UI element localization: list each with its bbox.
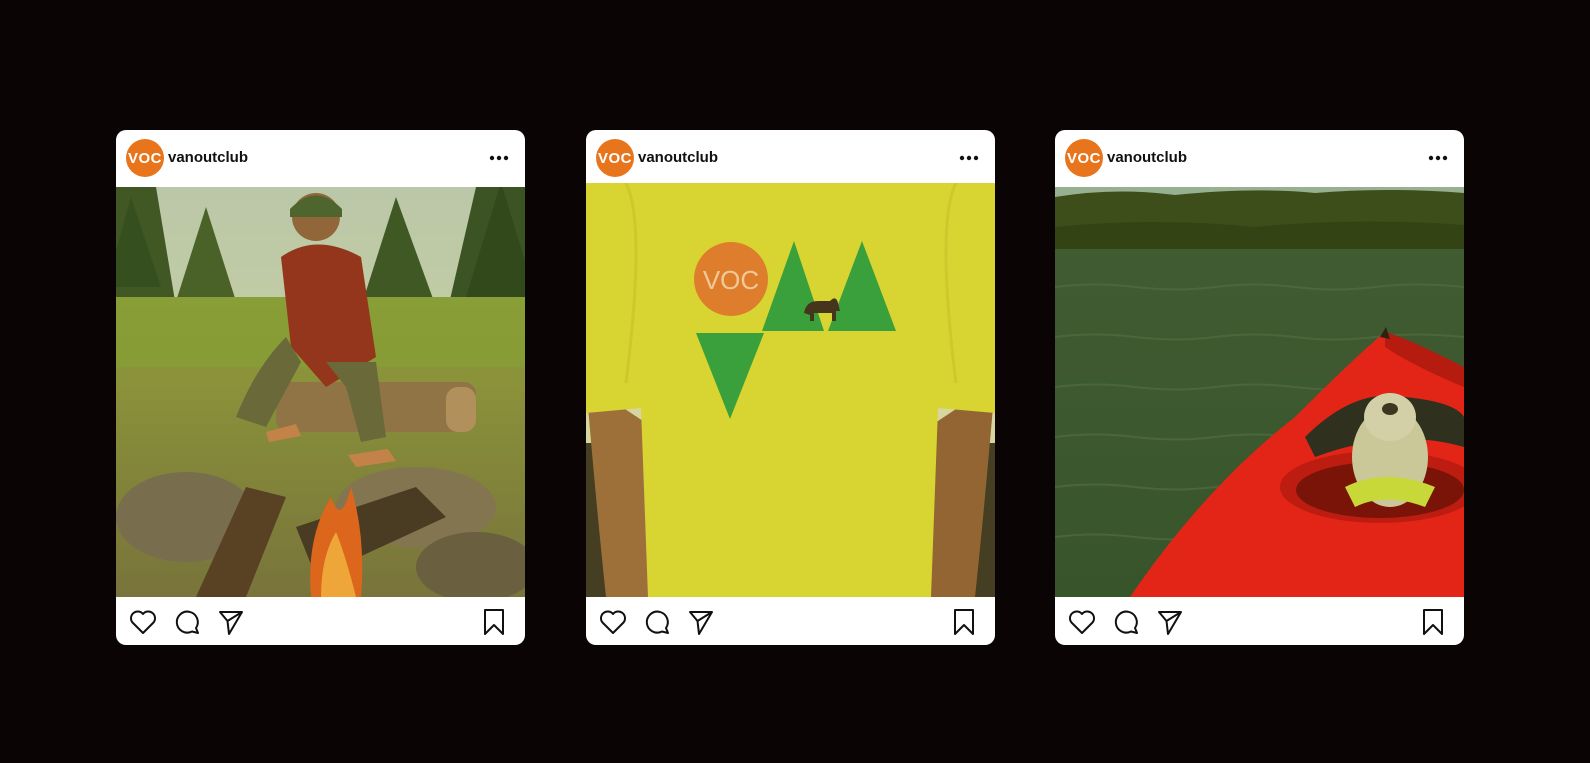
- dog-in-kayak-image: [1055, 187, 1464, 597]
- share-icon[interactable]: [686, 607, 716, 637]
- username[interactable]: vanoutclub: [638, 149, 718, 166]
- heart-icon[interactable]: [598, 607, 628, 637]
- woman-campfire-image: [116, 187, 525, 597]
- post-card: VOC vanoutclub: [116, 130, 525, 645]
- post-actions: [1055, 597, 1464, 645]
- post-actions: [586, 597, 995, 645]
- username[interactable]: vanoutclub: [1107, 149, 1187, 166]
- post-actions: [116, 597, 525, 645]
- comment-icon[interactable]: [642, 607, 672, 637]
- bookmark-icon[interactable]: [479, 607, 509, 637]
- avatar[interactable]: VOC: [1065, 139, 1103, 177]
- post-card: VOC vanoutclub VOC: [586, 130, 995, 645]
- post-header: VOC vanoutclub: [1055, 130, 1464, 187]
- username[interactable]: vanoutclub: [168, 149, 248, 166]
- heart-icon[interactable]: [128, 607, 158, 637]
- more-options-icon[interactable]: [1426, 148, 1450, 168]
- bookmark-icon[interactable]: [1418, 607, 1448, 637]
- more-options-icon[interactable]: [957, 148, 981, 168]
- share-icon[interactable]: [1155, 607, 1185, 637]
- post-image[interactable]: [116, 187, 525, 597]
- comment-icon[interactable]: [1111, 607, 1141, 637]
- comment-icon[interactable]: [172, 607, 202, 637]
- post-header: VOC vanoutclub: [586, 130, 995, 187]
- avatar[interactable]: VOC: [596, 139, 634, 177]
- post-image[interactable]: VOC: [586, 183, 995, 597]
- post-image[interactable]: [1055, 187, 1464, 597]
- bookmark-icon[interactable]: [949, 607, 979, 637]
- voc-tshirt-image: VOC: [586, 183, 995, 597]
- post-card: VOC vanoutclub: [1055, 130, 1464, 645]
- heart-icon[interactable]: [1067, 607, 1097, 637]
- share-icon[interactable]: [216, 607, 246, 637]
- more-options-icon[interactable]: [487, 148, 511, 168]
- post-header: VOC vanoutclub: [116, 130, 525, 187]
- avatar[interactable]: VOC: [126, 139, 164, 177]
